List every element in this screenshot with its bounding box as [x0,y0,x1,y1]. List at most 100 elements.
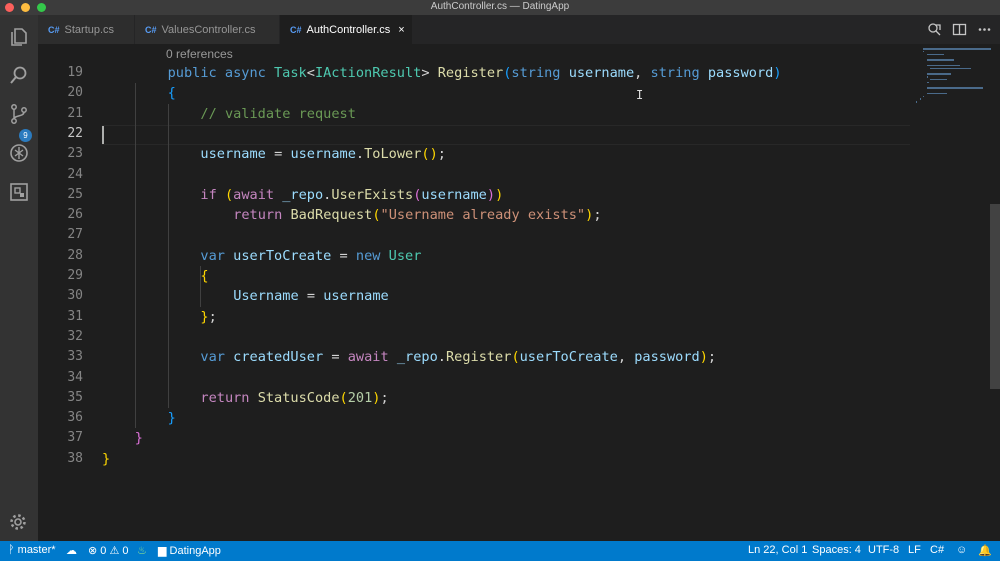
activity-bar: 9 [0,15,38,541]
code-token: ) [495,186,504,203]
code-line[interactable]: 19 public async Task<IActionResult> Regis… [38,63,910,83]
code-line[interactable]: 23 username = username.ToLower(); [38,144,910,164]
minimap-line [926,73,952,75]
minimap-line [926,87,984,89]
line-number: 21 [67,105,83,121]
line-number: 30 [67,288,83,304]
source-control-icon[interactable] [8,103,30,125]
code-line[interactable]: 25 if (await _repo.UserExists(username)) [38,185,910,205]
vertical-scrollbar[interactable] [990,204,1000,389]
status-bar: ᚹ master* ☁ ⊗ 0 ⚠ 0 ♨ ▆ DatingApp Ln 22,… [0,541,1000,561]
code-text: // validate request [200,104,356,124]
code-line[interactable]: 26 return BadRequest("Username already ex… [38,205,910,225]
code-line[interactable]: 32 [38,327,910,347]
code-token: username [323,288,389,305]
code-token: string [650,65,708,81]
code-line[interactable]: 36} [38,408,910,428]
code-token: ; [380,389,389,406]
code-line[interactable]: 24 [38,165,910,185]
more-actions-icon[interactable] [977,22,992,37]
code-text: var createdUser = await _repo.Register(u… [200,347,716,367]
code-line[interactable]: 33 var createdUser = await _repo.Register… [38,347,910,367]
extensions-icon[interactable] [8,181,30,203]
code-token: if [200,186,225,203]
error-icon: ⊗ [88,545,101,557]
code-editor[interactable]: 0 references 19 public async Task<IAction… [38,44,1000,541]
close-tab-icon[interactable]: × [398,24,404,36]
code-line[interactable]: 30 Username = username [38,286,910,306]
code-line[interactable]: 28 var userToCreate = new User [38,246,910,266]
problems-indicator[interactable]: ⊗ 0 ⚠ 0 [88,544,129,557]
code-token: _repo [396,349,438,366]
line-number: 31 [67,308,83,324]
code-line[interactable]: 38} [38,449,910,469]
search-icon[interactable] [8,64,30,86]
source-control-badge: 9 [19,129,32,142]
project-selector[interactable]: ▆ DatingApp [158,544,221,557]
omnisharp-flame-icon[interactable]: ♨ [137,544,147,557]
tab-auth-controller[interactable]: C# AuthController.cs × [280,15,412,44]
code-token: password [634,349,700,366]
minimap[interactable] [910,44,1000,541]
tab-startup[interactable]: C# Startup.cs [38,15,134,44]
code-text: public async Task<IActionResult> Registe… [168,63,782,83]
encoding[interactable]: UTF-8 [868,544,899,556]
tab-values-controller[interactable]: C# ValuesController.cs [135,15,279,44]
code-line[interactable]: 31}; [38,307,910,327]
sync-icon[interactable]: ☁ [66,544,77,557]
codelens-references[interactable]: 0 references [166,47,233,61]
minimap-line [926,64,961,67]
code-text: Username = username [233,286,389,306]
code-line[interactable]: 22 [38,124,910,144]
line-number: 37 [67,430,83,446]
code-text: username = username.ToLower(); [200,144,446,164]
settings-gear-icon[interactable] [9,513,27,531]
code-token: ; [593,207,602,224]
code-token: userToCreate [519,349,618,366]
csharp-file-icon: C# [48,24,60,35]
code-token: BadRequest [290,207,373,224]
line-number: 23 [67,146,83,162]
code-token: ; [208,308,217,325]
minimap-line [926,81,929,84]
code-line[interactable]: 35 return StatusCode(201); [38,388,910,408]
folder-icon: ▆ [158,545,170,557]
code-line[interactable]: 27 [38,225,910,245]
code-token: = [306,288,324,305]
code-text: if (await _repo.UserExists(username)) [200,185,503,205]
code-line[interactable]: 34 [38,368,910,388]
feedback-smiley-icon[interactable]: ☺ [956,544,967,556]
debug-icon[interactable] [8,142,30,164]
code-token: userToCreate [233,247,340,264]
tab-label: AuthController.cs [306,23,391,36]
code-text: } [102,449,110,469]
git-branch[interactable]: ᚹ master* [8,544,56,556]
end-of-line[interactable]: LF [908,544,921,556]
code-line[interactable]: 20 { [38,83,910,103]
code-token: { [200,268,209,284]
code-line[interactable]: 21 // validate request [38,104,910,124]
code-text: } [135,428,143,448]
code-line[interactable]: 37} [38,428,910,448]
text-cursor [102,126,104,144]
explorer-icon[interactable] [8,26,30,48]
notifications-bell-icon[interactable]: 🔔 [978,544,992,557]
open-changes-icon[interactable] [927,22,942,37]
code-token: } [167,410,176,427]
cursor-position[interactable]: Ln 22, Col 1 [748,544,807,556]
language-mode[interactable]: C# [930,544,944,556]
indentation[interactable]: Spaces: 4 [812,544,861,556]
code-token: return [233,207,291,224]
code-token: Register [445,349,512,366]
tab-label: ValuesController.cs [161,23,256,36]
code-token: } [102,450,111,467]
window-title: AuthController.cs — DatingApp [430,1,570,12]
code-token: ) [486,186,496,203]
code-token: _repo [282,186,324,203]
code-line[interactable]: 29 { [38,266,910,286]
mouse-ibeam-cursor: I [636,88,644,102]
minimap-line [923,50,925,53]
code-token: username [200,146,275,163]
split-editor-icon[interactable] [952,22,967,37]
minimap-line [923,48,991,50]
